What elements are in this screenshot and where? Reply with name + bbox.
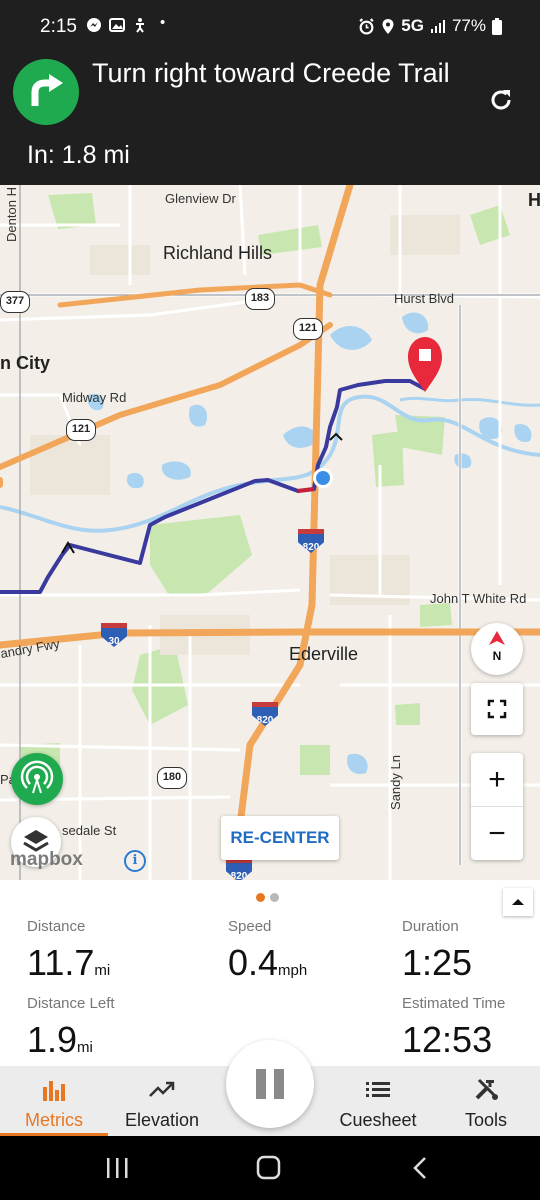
status-right-group: 5G 77% [358,16,502,36]
pause-icon-left-bar [256,1069,266,1099]
route-current-segment [297,487,315,493]
map-label-midway: Midway Rd [62,390,127,405]
zoom-controls: + − [471,753,523,860]
route-shield-377: 377 [0,291,30,313]
android-nav-bar [0,1136,540,1200]
turn-right-arrow-icon [13,59,79,125]
map-label-denton: Denton H [3,187,19,242]
map-label-hurst-blvd: Hurst Blvd [394,291,454,306]
route-shield-180: 180 [157,767,187,789]
estimated-time-value: 12:53 [402,1019,493,1060]
notification-dot-icon: • [160,14,166,31]
distance-unit: mi [94,962,111,979]
map-label-richland-hills: Richland Hills [163,243,273,263]
map-label-h: H [528,190,540,210]
map-label-city: n City [0,353,51,373]
route-shield-121-north: 121 [293,318,323,340]
accessibility-icon [132,17,148,37]
turn-distance: In: 1.8 mi [27,141,130,169]
duration-value: 1:25 [402,942,473,983]
route-shield-183: 183 [245,288,275,310]
distance-left-number: 1.9 [27,1019,78,1060]
network-type: 5G [401,16,424,35]
speed-unit: mph [278,962,308,979]
distance-label: Distance [27,918,86,935]
recent-apps-icon[interactable] [107,1158,128,1178]
tab-cuesheet[interactable]: Cuesheet [324,1066,432,1136]
collapse-panel-button[interactable] [503,888,533,916]
list-icon [366,1082,390,1097]
speed-number: 0.4 [228,942,279,983]
gallery-icon [109,17,125,37]
distance-number: 11.7 [27,942,95,983]
page-indicator-inactive[interactable] [270,893,279,902]
map-label-glenview: Glenview Dr [165,191,236,206]
map-label-john-t-white: John T White Rd [430,591,527,606]
river-branch [399,396,540,407]
distance-left-unit: mi [77,1039,93,1056]
home-icon[interactable] [256,1155,281,1180]
compass-needle-icon [489,631,505,645]
status-bar: 2:15 • 5G 77% [0,0,540,50]
battery-percent: 77% [451,16,486,35]
route-shield-121-west: 121 [66,419,96,441]
zoom-in-button[interactable]: + [471,753,523,806]
back-icon[interactable] [413,1157,426,1179]
tab-tools[interactable]: Tools [432,1066,540,1136]
speed-label: Speed [228,918,272,935]
pause-button[interactable] [226,1040,314,1128]
turn-banner: Turn right toward Creede Trail In: 1.8 m… [0,45,540,185]
map-label-sandy-ln: Sandy Ln [387,755,403,810]
fullscreen-icon [487,699,507,719]
map-view[interactable]: Glenview Dr Richland Hills Hurst Blvd n … [0,185,540,880]
tab-elevation[interactable]: Elevation [108,1066,216,1136]
page-indicator-active [256,893,265,902]
map-label-ederville: Ederville [289,644,359,664]
live-tracking-button[interactable] [11,753,63,805]
tab-tools-label: Tools [464,1110,508,1130]
location-icon [382,18,394,34]
tab-cuesheet-label: Cuesheet [339,1110,417,1130]
trending-up-icon [149,1081,175,1097]
pause-icon-right-bar [274,1069,284,1099]
status-time: 2:15 [40,16,77,37]
tab-elevation-label: Elevation [124,1110,200,1130]
caret-up-icon [512,899,524,905]
compass-button[interactable]: N [471,623,523,675]
alarm-icon [359,17,374,34]
broadcast-icon [20,760,54,794]
fullscreen-button[interactable] [471,683,523,735]
bar-chart-icon [43,1081,65,1101]
mapbox-logo: mapbox [10,849,83,870]
distance-left-value: 1.9mi [27,1019,93,1061]
map-label-sedale: sedale St [62,823,117,838]
zoom-out-button[interactable]: − [471,807,523,860]
battery-icon [492,17,502,35]
recenter-button[interactable]: RE-CENTER [221,816,339,860]
messenger-icon [86,17,102,37]
speed-value: 0.4mph [228,942,307,984]
tools-icon [475,1078,498,1100]
estimated-time-label: Estimated Time [402,995,506,1012]
attribution-info-icon[interactable]: i [124,850,146,872]
refresh-icon[interactable] [488,87,514,118]
metrics-panel: Distance 11.7mi Speed 0.4mph Duration 1:… [0,880,540,1066]
distance-value: 11.7mi [27,942,110,984]
tab-metrics[interactable]: Metrics [0,1066,108,1136]
duration-label: Duration [402,918,459,935]
current-location-dot-inner [316,471,330,485]
turn-instruction: Turn right toward Creede Trail [92,58,450,88]
signal-icon [430,20,445,33]
compass-north-label: N [492,649,502,663]
tab-metrics-label: Metrics [25,1110,83,1130]
distance-left-label: Distance Left [27,995,115,1012]
